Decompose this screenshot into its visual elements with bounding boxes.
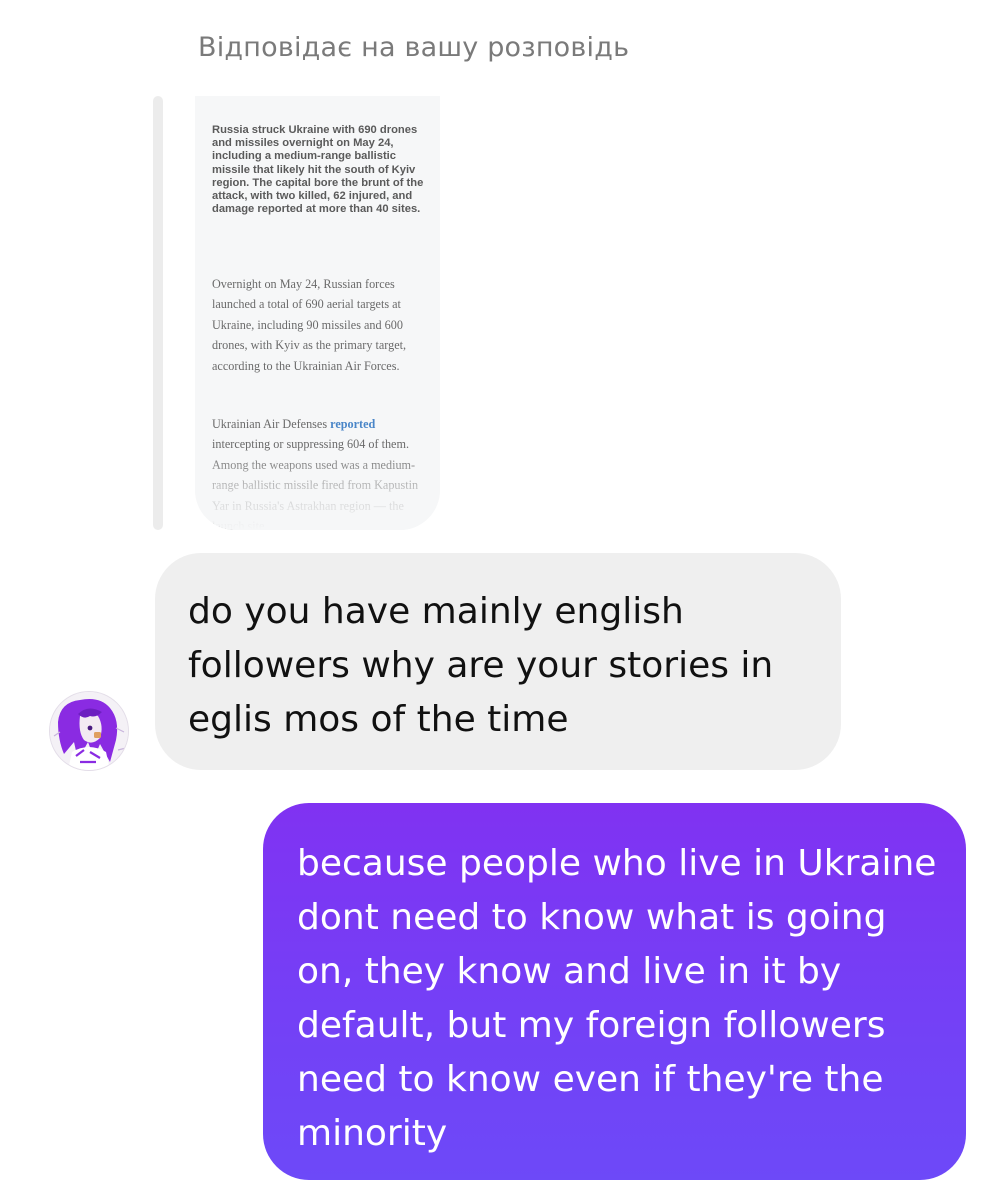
incoming-message-bubble[interactable]: do you have mainly english followers why…	[155, 553, 841, 770]
incoming-message-text: do you have mainly english followers why…	[188, 591, 774, 740]
reply-header: Відповідає на вашу розповідь	[198, 32, 630, 63]
sender-avatar[interactable]	[50, 692, 128, 770]
reply-context-bar	[153, 96, 163, 530]
story-paragraph-1: Overnight on May 24, Russian forces laun…	[212, 277, 407, 373]
story-paragraph-2-start: Ukrainian Air Defenses	[212, 417, 331, 431]
outgoing-message-text: because people who live in Ukraine dont …	[297, 843, 937, 1154]
story-reported-link: reported	[330, 417, 376, 431]
story-preview[interactable]: Russia struck Ukraine with 690 drones an…	[195, 96, 440, 530]
story-fade-overlay	[195, 450, 440, 530]
outgoing-message-bubble[interactable]: because people who live in Ukraine dont …	[263, 803, 966, 1180]
avatar-image-icon	[50, 692, 128, 770]
story-lead-text: Russia struck Ukraine with 690 drones an…	[212, 124, 424, 216]
